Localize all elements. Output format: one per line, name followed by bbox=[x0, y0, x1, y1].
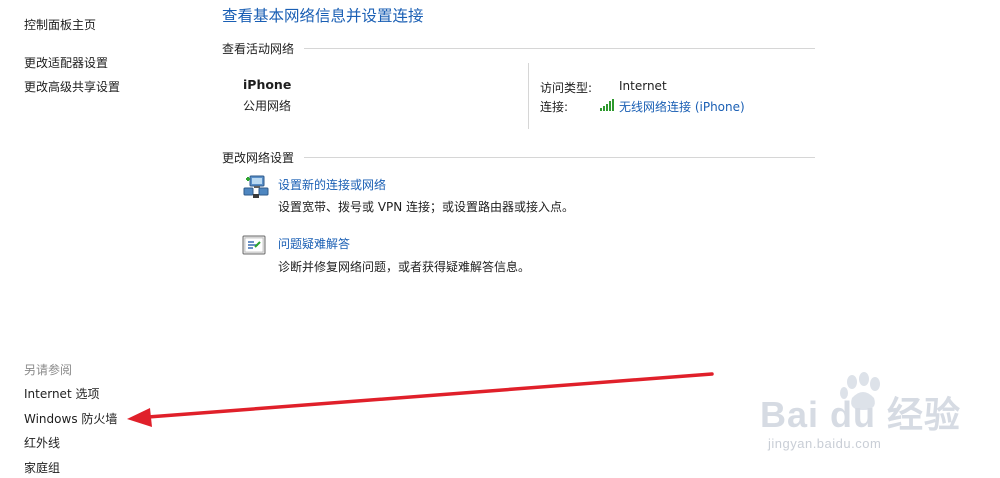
baidu-watermark: Bai du 经验 jingyan.baidu.com bbox=[760, 372, 985, 462]
watermark-url: jingyan.baidu.com bbox=[768, 436, 882, 451]
watermark-brand: Bai du 经验 bbox=[760, 394, 962, 435]
